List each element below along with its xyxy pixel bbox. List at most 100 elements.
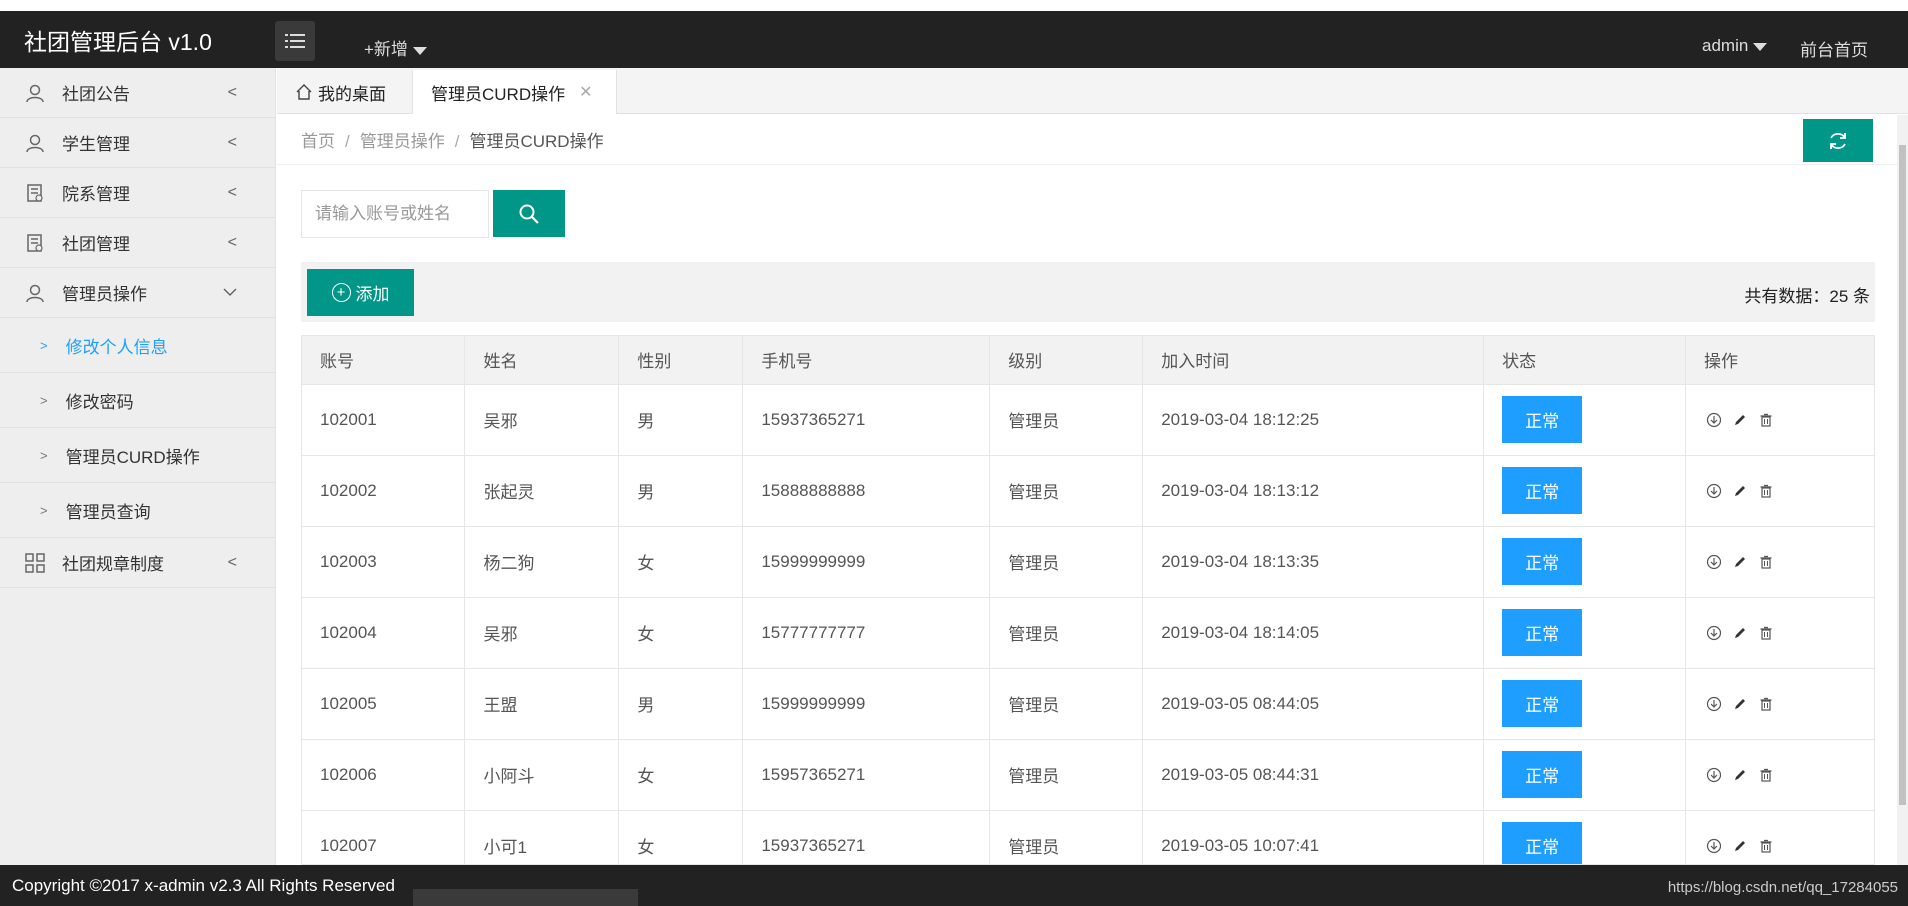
status-button[interactable]: 正常 xyxy=(1502,609,1583,656)
trash-icon[interactable] xyxy=(1756,836,1776,856)
status-button[interactable]: 正常 xyxy=(1502,822,1583,864)
edit-icon[interactable] xyxy=(1730,623,1750,643)
download-icon[interactable] xyxy=(1704,694,1724,714)
breadcrumb-current: 管理员CURD操作 xyxy=(469,132,604,151)
sidebar-item-club-rules[interactable]: 社团规章制度 < xyxy=(0,538,275,588)
download-icon[interactable] xyxy=(1704,552,1724,572)
trash-icon[interactable] xyxy=(1756,623,1776,643)
sidebar-item-departments[interactable]: 院系管理 < xyxy=(0,168,275,218)
sidebar-subitem-edit-profile[interactable]: > 修改个人信息 xyxy=(0,318,275,373)
cell-level: 管理员 xyxy=(989,455,1144,527)
sidebar-subitem-label: 管理员查询 xyxy=(65,502,151,522)
breadcrumb-home[interactable]: 首页 xyxy=(301,132,335,151)
sidebar-item-clubs[interactable]: 社团管理 < xyxy=(0,218,275,268)
cell-gender: 男 xyxy=(618,384,744,456)
status-button[interactable]: 正常 xyxy=(1502,467,1583,514)
user-icon xyxy=(24,282,46,304)
edit-icon[interactable] xyxy=(1730,694,1750,714)
cell-joined: 2019-03-04 18:13:35 xyxy=(1142,526,1485,598)
page-scrollbar[interactable] xyxy=(1897,115,1908,865)
plus-circle-icon: + xyxy=(331,283,351,302)
watermark-text: https://blog.csdn.net/qq_17284055 xyxy=(1667,879,1898,896)
table-row: 102004 吴邪 女 15777777777 管理员 2019-03-04 1… xyxy=(302,597,1874,669)
front-home-link[interactable]: 前台首页 xyxy=(1800,36,1868,61)
sidebar-subitem-admin-query[interactable]: > 管理员查询 xyxy=(0,483,275,538)
column-header: 手机号 xyxy=(742,336,991,385)
document-icon xyxy=(24,232,46,254)
cell-actions xyxy=(1685,739,1874,811)
cell-name: 吴邪 xyxy=(464,597,620,669)
column-header: 姓名 xyxy=(464,336,620,385)
cell-account: 102002 xyxy=(302,455,466,527)
cell-name: 杨二狗 xyxy=(464,526,620,598)
home-icon xyxy=(296,84,312,100)
status-button[interactable]: 正常 xyxy=(1502,538,1583,585)
search-button[interactable] xyxy=(493,190,565,237)
sidebar-subitem-change-password[interactable]: > 修改密码 xyxy=(0,373,275,428)
chevron-right-icon: > xyxy=(40,502,48,518)
chevron-right-icon: > xyxy=(40,337,48,353)
cell-name: 吴邪 xyxy=(464,384,620,456)
cell-name: 王盟 xyxy=(464,668,620,740)
copyright-text: Copyright ©2017 x-admin v2.3 All Rights … xyxy=(12,876,395,895)
sidebar-item-label: 社团管理 xyxy=(62,235,130,254)
cell-phone: 15888888888 xyxy=(742,455,991,527)
edit-icon[interactable] xyxy=(1730,481,1750,501)
edit-icon[interactable] xyxy=(1730,836,1750,856)
column-header: 账号 xyxy=(302,336,466,385)
cell-joined: 2019-03-05 10:07:41 xyxy=(1142,810,1485,864)
cell-phone: 15937365271 xyxy=(742,810,991,864)
table-row: 102001 吴邪 男 15937365271 管理员 2019-03-04 1… xyxy=(302,384,1874,456)
cell-actions xyxy=(1685,526,1874,598)
search-input[interactable] xyxy=(301,190,489,238)
cell-level: 管理员 xyxy=(989,597,1144,669)
status-button[interactable]: 正常 xyxy=(1502,751,1583,798)
tab-admin-curd[interactable]: 管理员CURD操作 ✕ xyxy=(412,70,617,114)
table-header-row: 账号 姓名 性别 手机号 级别 加入时间 状态 操作 xyxy=(302,336,1874,385)
download-icon[interactable] xyxy=(1704,623,1724,643)
add-new-menu[interactable]: +新增 xyxy=(364,35,427,60)
sidebar-item-students[interactable]: 学生管理 < xyxy=(0,118,275,168)
status-button[interactable]: 正常 xyxy=(1502,396,1583,443)
cell-level: 管理员 xyxy=(989,384,1144,456)
chevron-left-icon: < xyxy=(227,234,237,251)
sidebar-subitem-admin-curd[interactable]: > 管理员CURD操作 xyxy=(0,428,275,483)
trash-icon[interactable] xyxy=(1756,552,1776,572)
cell-gender: 女 xyxy=(618,739,744,811)
download-icon[interactable] xyxy=(1704,836,1724,856)
cell-actions xyxy=(1685,810,1874,864)
column-header: 性别 xyxy=(618,336,744,385)
sidebar-item-announcements[interactable]: 社团公告 < xyxy=(0,68,275,118)
breadcrumb-section[interactable]: 管理员操作 xyxy=(360,132,445,151)
refresh-button[interactable] xyxy=(1803,119,1873,162)
cell-joined: 2019-03-04 18:12:25 xyxy=(1142,384,1485,456)
status-button[interactable]: 正常 xyxy=(1502,680,1583,727)
cell-account: 102006 xyxy=(302,739,466,811)
edit-icon[interactable] xyxy=(1730,410,1750,430)
sidebar-item-admin-ops[interactable]: 管理员操作 xyxy=(0,268,275,318)
download-icon[interactable] xyxy=(1704,481,1724,501)
cell-status: 正常 xyxy=(1483,384,1687,456)
trash-icon[interactable] xyxy=(1756,765,1776,785)
footer-scrollbar[interactable] xyxy=(413,889,638,906)
cell-status: 正常 xyxy=(1483,739,1687,811)
cell-name: 小阿斗 xyxy=(464,739,620,811)
trash-icon[interactable] xyxy=(1756,481,1776,501)
cell-phone: 15777777777 xyxy=(742,597,991,669)
download-icon[interactable] xyxy=(1704,410,1724,430)
edit-icon[interactable] xyxy=(1730,765,1750,785)
close-icon[interactable]: ✕ xyxy=(579,82,592,102)
user-menu[interactable]: admin xyxy=(1702,36,1768,56)
trash-icon[interactable] xyxy=(1756,410,1776,430)
add-button[interactable]: + 添加 xyxy=(307,269,414,316)
cell-joined: 2019-03-05 08:44:31 xyxy=(1142,739,1485,811)
scrollbar-thumb[interactable] xyxy=(1899,145,1906,805)
add-new-label: +新增 xyxy=(364,40,408,59)
tab-desktop[interactable]: 我的桌面 xyxy=(295,70,386,114)
edit-icon[interactable] xyxy=(1730,552,1750,572)
download-icon[interactable] xyxy=(1704,765,1724,785)
trash-icon[interactable] xyxy=(1756,694,1776,714)
menu-toggle-button[interactable] xyxy=(275,21,315,61)
cell-joined: 2019-03-05 08:44:05 xyxy=(1142,668,1485,740)
column-header: 操作 xyxy=(1685,336,1874,385)
